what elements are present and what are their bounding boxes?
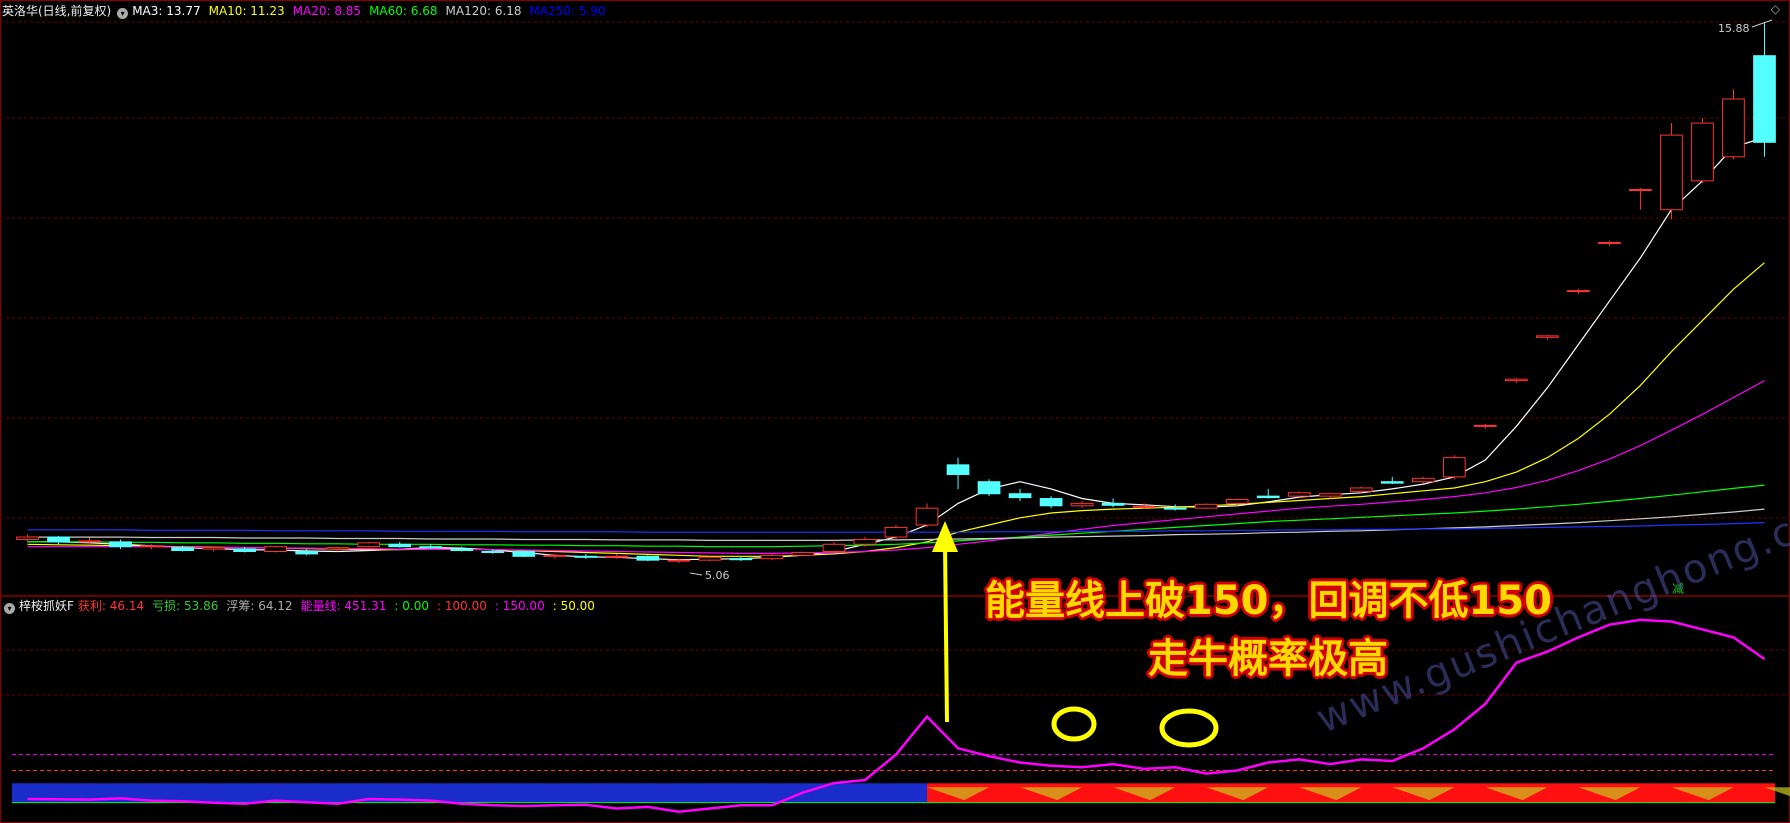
stock-title: 英洛华(日线,前复权) bbox=[2, 4, 112, 18]
candlestick bbox=[1256, 488, 1280, 499]
candlestick bbox=[1536, 334, 1559, 340]
grid-lines bbox=[0, 0, 1790, 823]
candlestick bbox=[47, 536, 70, 545]
ma-legend-item-4: MA120: 6.18 bbox=[445, 4, 522, 18]
ma-legend-item-0: MA3: 13.77 bbox=[132, 4, 201, 18]
low-pointer bbox=[689, 572, 703, 576]
candlestick bbox=[946, 457, 970, 489]
candlestick bbox=[295, 549, 319, 556]
yellow-circle-2 bbox=[1159, 708, 1219, 748]
candlestick bbox=[1504, 378, 1528, 384]
candlestick bbox=[1442, 455, 1466, 480]
candlestick bbox=[1070, 500, 1094, 509]
candlestick bbox=[791, 551, 815, 557]
indicator-bands bbox=[12, 783, 1790, 803]
high-price-label: 15.88 bbox=[1718, 22, 1750, 35]
candlestick bbox=[1349, 486, 1373, 494]
ma-line-ma3 bbox=[27, 136, 1765, 561]
candlestick bbox=[1380, 476, 1404, 485]
candlestick bbox=[388, 541, 412, 548]
outer-frame bbox=[0, 0, 1790, 823]
candlestick bbox=[1473, 423, 1497, 429]
candlestick bbox=[636, 555, 660, 562]
annotation-line-2: 走牛概率极高 bbox=[1148, 636, 1388, 682]
main-chart-legend: 英洛华(日线,前复权) ▾ MA3: 13.77 MA10: 11.23 MA20: 8… bbox=[2, 1, 622, 21]
indicator-title: 梓桉抓妖F bbox=[19, 599, 74, 613]
indicator-legend: ▾ 梓桉抓妖F 获利: 46.14 亏损: 53.86 浮筹: 64.12 能量线: 45… bbox=[2, 596, 611, 616]
indicator-legend-item-6: : 150.00 bbox=[494, 599, 545, 613]
candlestick bbox=[760, 553, 784, 561]
candlestick bbox=[1008, 488, 1032, 501]
yellow-arrow-shaft bbox=[943, 544, 949, 723]
indicator-legend-item-2: 浮筹: 64.12 bbox=[226, 599, 293, 613]
indicator-legend-item-0: 获利: 46.14 bbox=[77, 599, 145, 613]
candlestick bbox=[729, 556, 753, 562]
indicator-legend-item-4: : 0.00 bbox=[394, 599, 429, 613]
candlestick bbox=[1691, 118, 1714, 184]
diamond-icon[interactable]: ◇ bbox=[1771, 2, 1780, 16]
candlestick bbox=[698, 556, 722, 562]
candlestick bbox=[16, 534, 39, 542]
indicator-legend-item-3: 能量线: 451.31 bbox=[300, 599, 387, 613]
high-pointer bbox=[1751, 19, 1773, 28]
indicator-legend-item-7: : 50.00 bbox=[552, 599, 595, 613]
candlestick bbox=[1101, 498, 1125, 508]
candlestick bbox=[1722, 89, 1745, 160]
indicator-legend-item-1: 亏损: 53.86 bbox=[152, 599, 219, 613]
candlestick bbox=[1753, 22, 1776, 157]
candlestick bbox=[574, 553, 598, 559]
ma-legend-item-2: MA20: 8.85 bbox=[292, 4, 362, 18]
ma-legend-item-3: MA60: 6.68 bbox=[369, 4, 438, 18]
moving-average-lines bbox=[27, 136, 1765, 561]
candlestick bbox=[264, 545, 288, 553]
candlestick bbox=[109, 539, 132, 550]
candlestick bbox=[822, 541, 846, 553]
candlestick bbox=[1194, 503, 1218, 510]
low-price-label: 5.06 bbox=[705, 569, 730, 582]
yellow-circle-1 bbox=[1051, 706, 1097, 742]
indicator-toggle-icon[interactable]: ▾ bbox=[4, 603, 15, 614]
candlestick bbox=[512, 550, 536, 558]
candlestick bbox=[915, 503, 939, 528]
candlestick bbox=[1660, 123, 1683, 220]
indicator-legend-item-5: : 100.00 bbox=[437, 599, 487, 613]
candlestick bbox=[977, 479, 1001, 497]
candlesticks bbox=[16, 22, 1776, 564]
yellow-arrow-head bbox=[932, 521, 958, 552]
settings-toggle-icon[interactable]: ▾ bbox=[117, 8, 129, 19]
candlestick bbox=[884, 525, 908, 540]
candlestick bbox=[1629, 188, 1652, 210]
candlestick bbox=[202, 546, 225, 552]
ma-legend-item-5: MA250: 5.90 bbox=[529, 4, 606, 18]
annotation-line-1: 能量线上破150，回调不低150 bbox=[985, 578, 1552, 624]
candlestick bbox=[1039, 496, 1063, 509]
candlestick bbox=[1567, 289, 1590, 294]
ma-line-ma10 bbox=[27, 262, 1765, 557]
candlestick bbox=[1598, 241, 1621, 246]
price-labels: 15.88 5.06 减 bbox=[689, 19, 1773, 596]
candlestick bbox=[357, 541, 381, 548]
chart-canvas: 15.88 5.06 减 bbox=[0, 0, 1790, 823]
ma-legend-item-1: MA10: 11.23 bbox=[208, 4, 285, 18]
